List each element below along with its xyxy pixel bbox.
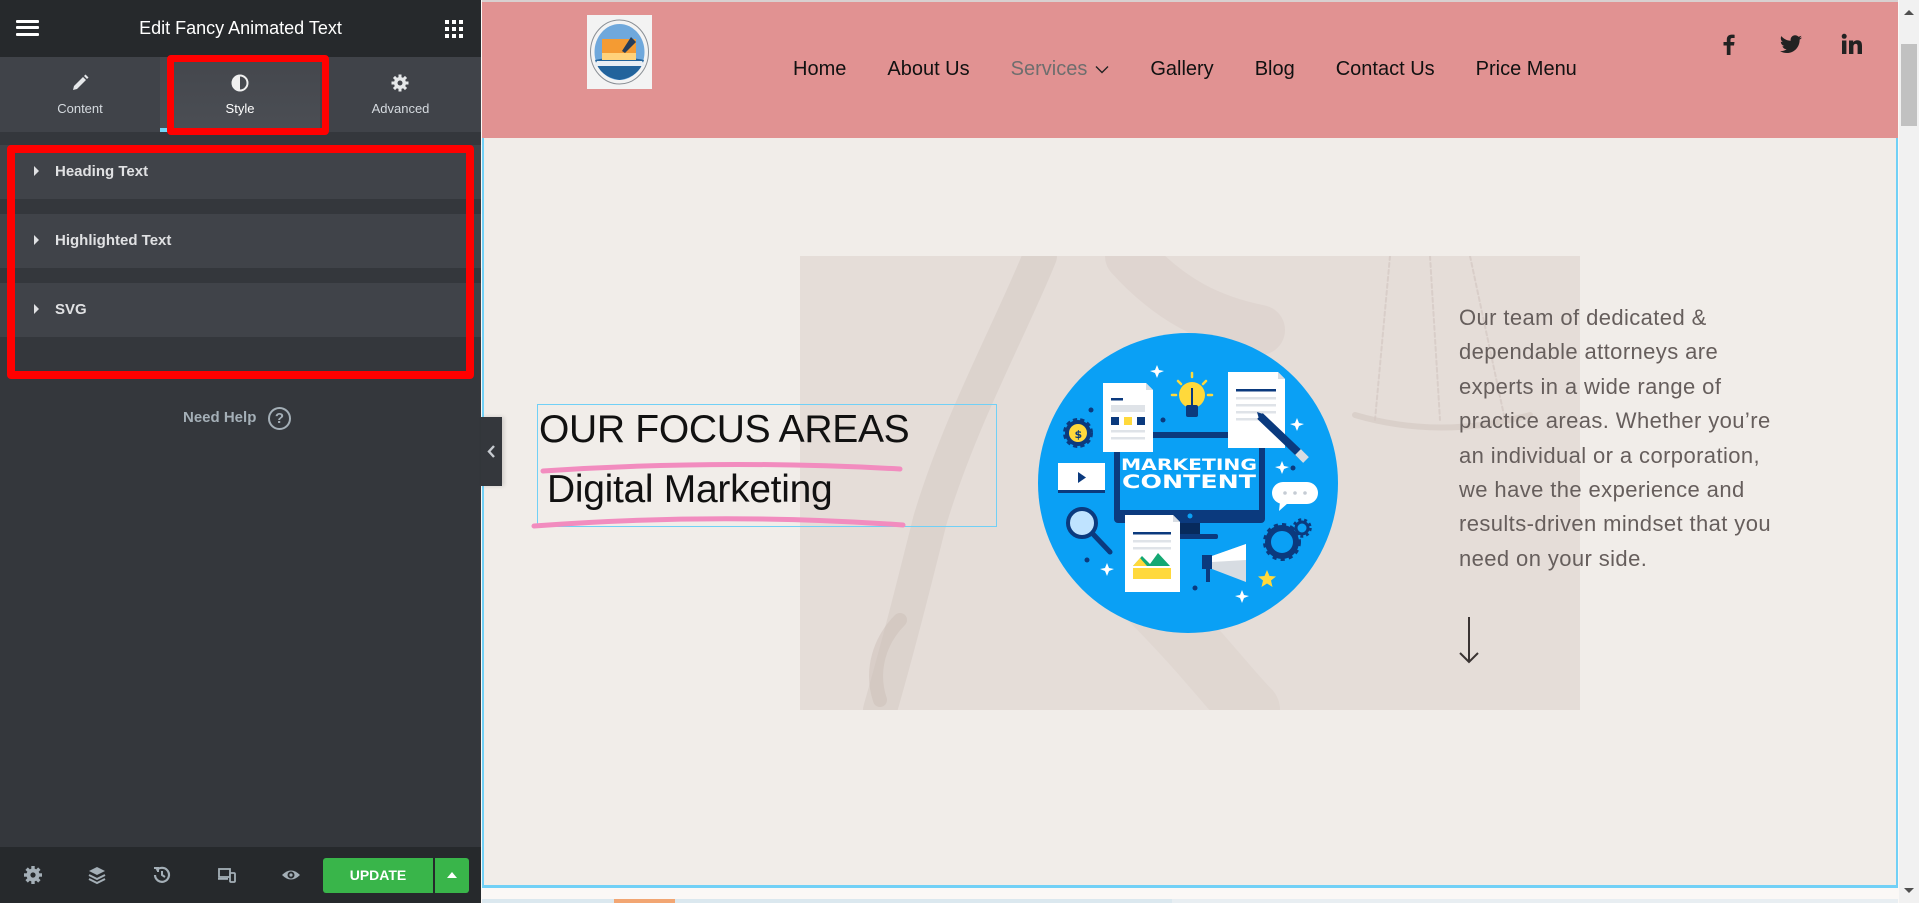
hamburger-icon[interactable]: [16, 20, 39, 36]
paragraph-line: need on your side.: [1459, 545, 1648, 571]
illustration-text-content: CONTENT: [1122, 471, 1256, 493]
section-highlighted-text[interactable]: Highlighted Text: [0, 214, 481, 268]
paragraph-line: Our team of dedicated &: [1459, 305, 1707, 330]
coin-gear-icon: $: [1063, 418, 1093, 448]
navigator-layers-icon[interactable]: [87, 865, 107, 885]
intro-paragraph: Our team of dedicated & dependable attor…: [1459, 301, 1771, 576]
section-label: SVG: [55, 301, 87, 318]
nav-item-about-us[interactable]: About Us: [887, 57, 969, 81]
nav-item-label: Services: [1010, 58, 1088, 80]
svg-text:$: $: [1075, 428, 1083, 441]
paragraph-line: practice areas. Whether you’re: [1459, 408, 1771, 434]
responsive-mode-icon[interactable]: [217, 865, 237, 885]
linkedin-icon[interactable]: [1840, 32, 1864, 56]
section-label: Heading Text: [55, 163, 149, 180]
preview-eye-icon[interactable]: [281, 865, 301, 885]
nav-item-price-menu[interactable]: Price Menu: [1476, 57, 1577, 81]
scroll-down-arrow-icon[interactable]: [1904, 888, 1914, 893]
pencil-icon: [73, 74, 89, 90]
highlight-stroke-bottom: [531, 516, 906, 529]
collapse-panel-button[interactable]: [481, 417, 502, 486]
nav-item-gallery[interactable]: Gallery: [1150, 57, 1213, 81]
paragraph-line: an individual or a corporation,: [1459, 442, 1761, 468]
tab-advanced[interactable]: Advanced: [320, 57, 481, 132]
document-icon: [1103, 383, 1153, 452]
history-icon[interactable]: [152, 865, 172, 885]
tab-label: Style: [225, 101, 255, 116]
site-logo[interactable]: [587, 15, 652, 89]
panel-title: Edit Fancy Animated Text: [139, 18, 342, 38]
marketing-content-illustration: MARKETING CONTENT $: [1038, 333, 1338, 633]
update-options-button[interactable]: [435, 858, 469, 893]
editor-panel: Edit Fancy Animated Text Content Style A…: [0, 0, 481, 903]
need-help-label: Need Help: [183, 409, 257, 426]
tab-label: Advanced: [371, 101, 430, 116]
update-button[interactable]: UPDATE: [323, 858, 433, 893]
section-label: Highlighted Text: [55, 232, 172, 249]
image-document-icon: [1125, 515, 1180, 592]
caret-right-icon: [34, 166, 39, 176]
scroll-up-arrow-icon[interactable]: [1904, 10, 1914, 15]
paragraph-line: results-driven mindset that you: [1459, 511, 1771, 537]
question-circle-icon: ?: [268, 407, 291, 430]
active-tab-indicator: [160, 128, 320, 132]
panel-header: Edit Fancy Animated Text: [0, 0, 481, 57]
paragraph-line: experts in a wide range of: [1459, 373, 1722, 399]
chevron-left-icon: [487, 445, 495, 458]
caret-right-icon: [34, 235, 39, 245]
tab-label: Content: [57, 101, 103, 116]
facebook-icon[interactable]: [1717, 32, 1741, 56]
next-section-edge: [482, 899, 1898, 903]
paragraph-line: we have the experience and: [1459, 477, 1745, 503]
chevron-down-icon: [1095, 65, 1109, 73]
panel-tabs: Content Style Advanced: [0, 57, 481, 132]
section-svg[interactable]: SVG: [0, 283, 481, 337]
caret-up-icon: [447, 872, 457, 878]
nav-item-blog[interactable]: Blog: [1255, 57, 1295, 81]
twitter-icon[interactable]: [1779, 32, 1803, 56]
caret-right-icon: [34, 304, 39, 314]
arrow-down-icon[interactable]: [1456, 614, 1482, 668]
tab-style[interactable]: Style: [160, 57, 320, 132]
tab-content[interactable]: Content: [0, 57, 160, 132]
video-player-icon: [1058, 463, 1105, 493]
grid-icon[interactable]: [445, 20, 463, 38]
highlight-underline-svg: [531, 461, 906, 529]
paragraph-line: dependable attorneys are: [1459, 339, 1719, 365]
need-help-link[interactable]: Need Help ?: [150, 406, 330, 432]
nav-item-home[interactable]: Home: [793, 57, 846, 81]
nav-item-services[interactable]: Services: [1011, 57, 1110, 81]
scrollbar-thumb[interactable]: [1901, 44, 1917, 126]
section-heading-text[interactable]: Heading Text: [0, 145, 481, 199]
panel-footer: UPDATE: [0, 847, 481, 903]
highlight-stroke-top: [540, 461, 903, 474]
preview-scrollbar[interactable]: [1899, 0, 1919, 903]
gear-icon: [391, 74, 409, 92]
main-navigation: Home About Us Services Gallery Blog Cont…: [793, 57, 1577, 81]
contrast-icon: [231, 74, 249, 92]
settings-icon[interactable]: [23, 865, 43, 885]
nav-item-contact-us[interactable]: Contact Us: [1336, 57, 1435, 81]
